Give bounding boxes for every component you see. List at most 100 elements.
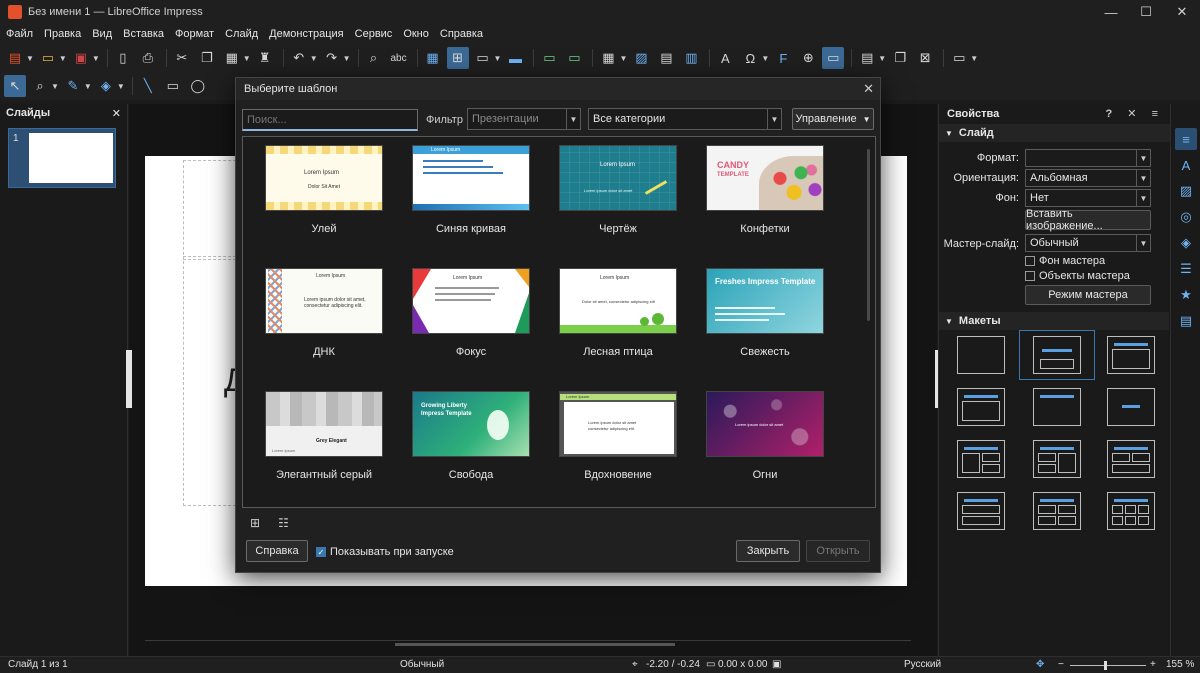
slide-section-header[interactable]: ▼ Слайд: [939, 124, 1170, 142]
template-item[interactable]: Lorem ipsum dolor sit amet Огни: [706, 391, 824, 481]
menu-file[interactable]: Файл: [6, 28, 33, 40]
manage-button[interactable]: Управление ▼: [792, 108, 874, 130]
template-item[interactable]: Freshes Impress Template Свежесть: [706, 268, 824, 358]
layout-title-2content-over-content[interactable]: [1107, 440, 1155, 478]
properties-header-icons[interactable]: ? ✕ ≡: [1106, 107, 1164, 120]
properties-deck-icon[interactable]: ≡: [1175, 128, 1197, 150]
zoom-slider[interactable]: [1070, 665, 1146, 666]
comment-icon[interactable]: ▭: [822, 47, 845, 69]
delete-slide-icon[interactable]: ⊠: [914, 47, 936, 69]
save-icon[interactable]: ▣: [70, 47, 92, 69]
format-combo[interactable]: ▼: [1025, 149, 1151, 167]
menu-window[interactable]: Окно: [403, 28, 429, 40]
list-view-icon[interactable]: ☷: [278, 516, 307, 530]
menu-help[interactable]: Справка: [440, 28, 483, 40]
layout-title-content-2content[interactable]: [1033, 440, 1081, 478]
zoom-icon[interactable]: ⌕: [29, 75, 51, 97]
save-status-icon[interactable]: ▣: [772, 659, 781, 670]
navigator-deck-icon[interactable]: ◎: [1175, 206, 1197, 228]
open-icon[interactable]: ▭: [37, 47, 59, 69]
layout-title-6content[interactable]: [1107, 492, 1155, 530]
template-item[interactable]: Lorem Ipsum Dolor sit amet, consectetur …: [559, 268, 677, 358]
menu-edit[interactable]: Правка: [44, 28, 81, 40]
template-item[interactable]: Growing Liberty Impress Template Свобода: [412, 391, 530, 481]
chart-icon[interactable]: ▥: [680, 47, 702, 69]
clone-format-icon[interactable]: ♜: [254, 47, 276, 69]
cut-icon[interactable]: ✂: [171, 47, 193, 69]
slides-panel-close-button[interactable]: ✕: [112, 107, 121, 120]
check-icon[interactable]: ✓: [316, 547, 326, 557]
hyperlink-icon[interactable]: ⊕: [797, 47, 819, 69]
menu-view[interactable]: Вид: [92, 28, 112, 40]
dialog-close-button[interactable]: ✕: [863, 81, 874, 97]
template-item[interactable]: Lorem Ipsum Lorem ipsum dolor sit amet Ч…: [559, 145, 677, 235]
redo-icon[interactable]: ↷: [321, 47, 343, 69]
minimize-button[interactable]: —: [1093, 0, 1129, 24]
template-search-input[interactable]: [242, 109, 418, 131]
close-dialog-button[interactable]: Закрыть: [736, 540, 800, 562]
new-slide-icon[interactable]: ▤: [856, 47, 878, 69]
menu-format[interactable]: Формат: [175, 28, 214, 40]
menu-slide[interactable]: Слайд: [225, 28, 258, 40]
thumbnail-view-icon[interactable]: ⊞: [250, 516, 278, 530]
open-template-button[interactable]: Открыть: [806, 540, 870, 562]
filter-combo[interactable]: Презентации ▼: [467, 108, 581, 130]
layout-centered-text[interactable]: [1107, 388, 1155, 426]
line-color-icon[interactable]: ✎: [62, 75, 84, 97]
zoom-slider-thumb[interactable]: [1104, 661, 1107, 670]
ellipse-tool-icon[interactable]: ◯: [187, 75, 209, 97]
template-item[interactable]: Lorem Ipsum Фокус: [412, 268, 530, 358]
close-window-button[interactable]: ✕: [1164, 0, 1200, 24]
special-char-icon[interactable]: Ω: [739, 47, 761, 69]
menu-insert[interactable]: Вставка: [123, 28, 164, 40]
slide-transition-deck-icon[interactable]: ☰: [1175, 258, 1197, 280]
slide-layout-icon[interactable]: ▭: [948, 47, 970, 69]
layout-title-slide[interactable]: [1033, 336, 1081, 374]
layout-blank[interactable]: [957, 336, 1005, 374]
slide-thumbnail[interactable]: 1: [8, 128, 116, 188]
shapes-deck-icon[interactable]: ◈: [1175, 232, 1197, 254]
fontwork-icon[interactable]: F: [772, 47, 794, 69]
maximize-button[interactable]: ☐: [1128, 0, 1164, 24]
horizontal-scroll-thumb[interactable]: [395, 643, 675, 646]
select-icon[interactable]: ↖: [4, 75, 26, 97]
checkbox-box[interactable]: [1025, 256, 1035, 266]
paste-icon[interactable]: ▦: [221, 47, 243, 69]
layouts-section-header[interactable]: ▼ Макеты: [939, 312, 1169, 330]
layout-title-only[interactable]: [1033, 388, 1081, 426]
print-icon[interactable]: ⎙: [137, 47, 159, 69]
start-current-icon[interactable]: ▭: [563, 47, 585, 69]
zoom-out-button[interactable]: −: [1058, 659, 1064, 670]
display-views-icon[interactable]: ▭: [472, 47, 494, 69]
fit-slide-icon[interactable]: ✥: [1036, 659, 1044, 670]
media-icon[interactable]: ▤: [655, 47, 677, 69]
line-tool-icon[interactable]: ╲: [137, 75, 159, 97]
layout-title-content[interactable]: [1107, 336, 1155, 374]
template-item[interactable]: CANDY TEMPLATE Конфетки: [706, 145, 824, 235]
master-slides-deck-icon[interactable]: ▤: [1175, 310, 1197, 332]
template-item[interactable]: Grey Elegant Lorem Ipsum Элегантный серы…: [265, 391, 383, 481]
grid-icon[interactable]: ▦: [422, 47, 444, 69]
gallery-deck-icon[interactable]: ▨: [1175, 180, 1197, 202]
zoom-level[interactable]: 155 %: [1166, 659, 1194, 670]
start-first-icon[interactable]: ▭: [538, 47, 560, 69]
export-pdf-icon[interactable]: ▯: [112, 47, 134, 69]
image-icon[interactable]: ▨: [630, 47, 652, 69]
horizontal-scrollbar[interactable]: [145, 640, 911, 650]
zoom-in-button[interactable]: +: [1150, 659, 1156, 670]
template-item[interactable]: Lorem Ipsum Lorem ipsum dolor sit amet c…: [559, 391, 677, 481]
find-replace-icon[interactable]: ⌕: [363, 47, 385, 69]
template-item[interactable]: Lorem Ipsum Lorem ipsum dolor sit amet, …: [265, 268, 383, 358]
left-panel-collapse-handle[interactable]: [126, 350, 132, 408]
master-slide-icon[interactable]: ▬: [504, 47, 526, 69]
undo-icon[interactable]: ↶: [288, 47, 310, 69]
menu-slideshow[interactable]: Демонстрация: [269, 28, 344, 40]
category-combo[interactable]: Все категории ▼: [588, 108, 782, 130]
template-item[interactable]: Lorem Ipsum Dolor Sit Amet Улей: [265, 145, 383, 235]
duplicate-slide-icon[interactable]: ❐: [889, 47, 911, 69]
template-item[interactable]: Lorem Ipsum Синяя кривая: [412, 145, 530, 235]
helplines-icon[interactable]: ⊞: [446, 47, 469, 69]
table-icon[interactable]: ▦: [597, 47, 619, 69]
styles-deck-icon[interactable]: A: [1175, 154, 1197, 176]
orientation-combo[interactable]: Альбомная ▼: [1025, 169, 1151, 187]
